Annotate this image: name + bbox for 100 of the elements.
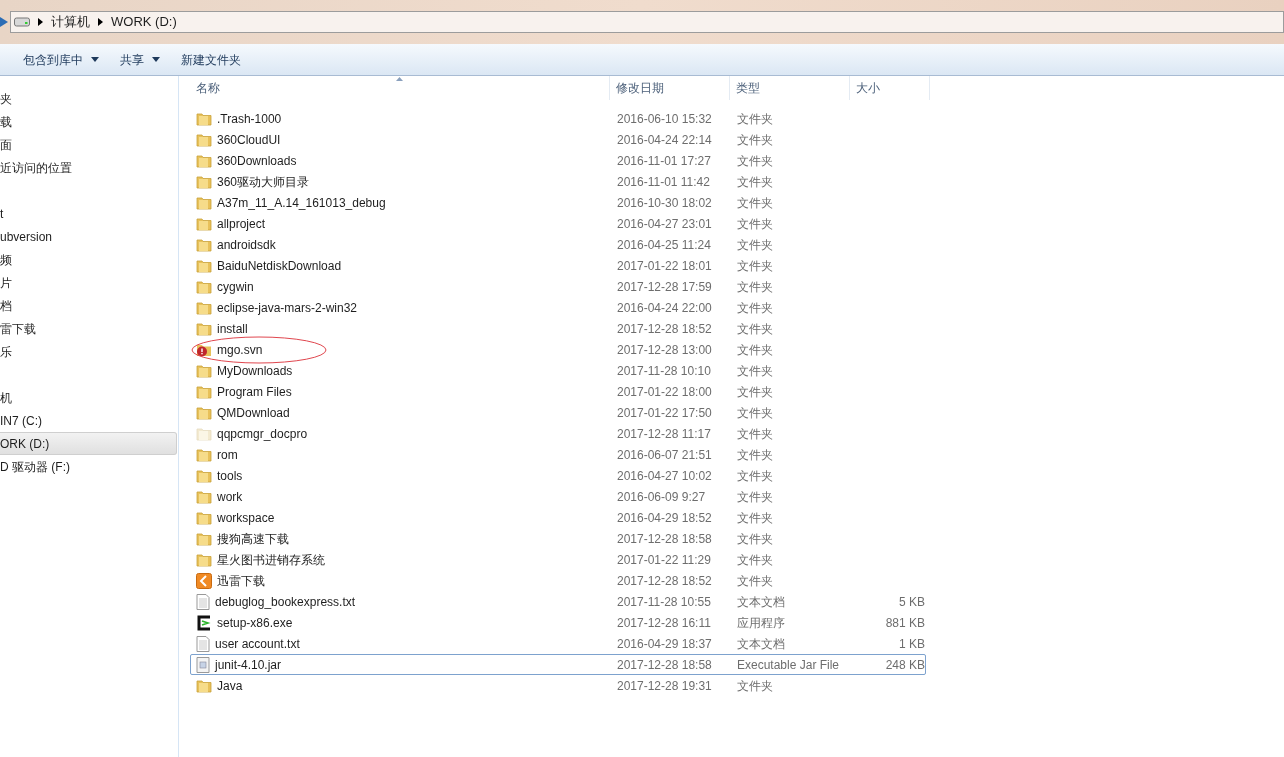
modified-date: 2017-01-22 11:29: [616, 551, 712, 569]
file-type: 文件夹: [736, 194, 774, 212]
nav-item[interactable]: 机: [0, 386, 177, 409]
modified-date: 2016-06-10 15:32: [616, 110, 713, 128]
modified-date: 2017-11-28 10:55: [616, 593, 712, 611]
nav-item[interactable]: 载: [0, 110, 177, 133]
file-row[interactable]: work 2016-06-09 9:27 文件夹: [190, 486, 926, 507]
file-name: tools: [217, 467, 243, 485]
file-row[interactable]: setup-x86.exe 2017-12-28 16:11 应用程序 881 KB: [190, 612, 926, 633]
folder-icon: [196, 363, 212, 378]
nav-item[interactable]: ubversion: [0, 225, 177, 248]
breadcrumb-item[interactable]: WORK (D:): [111, 12, 177, 32]
file-row[interactable]: QMDownload 2017-01-22 17:50 文件夹: [190, 402, 926, 423]
file-name: install: [217, 320, 248, 338]
file-row[interactable]: cygwin 2017-12-28 17:59 文件夹: [190, 276, 926, 297]
caret-down-icon: [91, 57, 99, 62]
modified-date: 2017-01-22 18:00: [616, 383, 713, 401]
file-row[interactable]: 星火图书进销存系统 2017-01-22 11:29 文件夹: [190, 549, 926, 570]
text-file-icon: [196, 635, 210, 652]
modified-date: 2017-12-28 11:17: [616, 425, 712, 443]
modified-date: 2016-04-24 22:14: [616, 131, 713, 149]
modified-date: 2017-12-28 19:31: [616, 677, 713, 695]
file-row[interactable]: tools 2016-04-27 10:02 文件夹: [190, 465, 926, 486]
file-row[interactable]: 360CloudUI 2016-04-24 22:14 文件夹: [190, 129, 926, 150]
toolbar-button[interactable]: 新建文件夹: [171, 46, 251, 73]
file-row[interactable]: 搜狗高速下载 2017-12-28 18:58 文件夹: [190, 528, 926, 549]
file-name: androidsdk: [217, 236, 276, 254]
folder-icon: [196, 300, 212, 315]
column-header[interactable]: 修改日期: [610, 76, 730, 100]
file-row[interactable]: junit-4.10.jar 2017-12-28 18:58 Executable Jar File 248 KB: [190, 654, 926, 675]
nav-item[interactable]: ORK (D:): [0, 432, 177, 455]
nav-item[interactable]: D 驱动器 (F:): [0, 455, 177, 478]
file-row[interactable]: 迅雷下载 2017-12-28 18:52 文件夹: [190, 570, 926, 591]
folder-icon: [196, 279, 212, 294]
file-type: 文本文档: [736, 593, 786, 611]
nav-item[interactable]: 夹: [0, 87, 177, 110]
file-row[interactable]: debuglog_bookexpress.txt 2017-11-28 10:55 文本文档 5 KB: [190, 591, 926, 612]
modified-date: 2016-04-29 18:37: [616, 635, 713, 653]
file-name: 星火图书进销存系统: [217, 551, 325, 569]
nav-item[interactable]: IN7 (C:): [0, 409, 177, 432]
nav-item[interactable]: 雷下载: [0, 317, 177, 340]
file-type: 文件夹: [736, 236, 774, 254]
file-name: eclipse-java-mars-2-win32: [217, 299, 358, 317]
file-row[interactable]: BaiduNetdiskDownload 2017-01-22 18:01 文件夹: [190, 255, 926, 276]
file-name: qqpcmgr_docpro: [217, 425, 308, 443]
file-row[interactable]: .Trash-1000 2016-06-10 15:32 文件夹: [190, 108, 926, 129]
file-row[interactable]: androidsdk 2016-04-25 11:24 文件夹: [190, 234, 926, 255]
column-header[interactable]: 类型: [730, 76, 850, 100]
modified-date: 2017-11-28 10:10: [616, 362, 712, 380]
text-file-icon: [196, 593, 210, 610]
file-row[interactable]: MyDownloads 2017-11-28 10:10 文件夹: [190, 360, 926, 381]
file-row[interactable]: Program Files 2017-01-22 18:00 文件夹: [190, 381, 926, 402]
nav-item[interactable]: 近访问的位置: [0, 156, 177, 179]
file-type: 文件夹: [736, 257, 774, 275]
file-name: MyDownloads: [217, 362, 293, 380]
file-row[interactable]: eclipse-java-mars-2-win32 2016-04-24 22:00 文件夹: [190, 297, 926, 318]
folder-icon: [196, 174, 212, 189]
file-row[interactable]: Java 2017-12-28 19:31 文件夹: [190, 675, 926, 696]
file-row[interactable]: qqpcmgr_docpro 2017-12-28 11:17 文件夹: [190, 423, 926, 444]
nav-item[interactable]: 档: [0, 294, 177, 317]
folder-icon: [196, 153, 212, 168]
file-row[interactable]: workspace 2016-04-29 18:52 文件夹: [190, 507, 926, 528]
modified-date: 2017-12-28 18:52: [616, 320, 713, 338]
folder-icon: [196, 531, 212, 546]
nav-item[interactable]: 片: [0, 271, 177, 294]
jar-file-icon: [196, 656, 210, 673]
file-row[interactable]: rom 2016-06-07 21:51 文件夹: [190, 444, 926, 465]
file-row[interactable]: install 2017-12-28 18:52 文件夹: [190, 318, 926, 339]
file-row[interactable]: user account.txt 2016-04-29 18:37 文本文档 1 KB: [190, 633, 926, 654]
file-type: 文件夹: [736, 677, 774, 695]
breadcrumb-item[interactable]: 计算机: [51, 12, 90, 32]
file-row[interactable]: A37m_11_A.14_161013_debug 2016-10-30 18:02 文件夹: [190, 192, 926, 213]
folder-icon: [196, 405, 212, 420]
file-row[interactable]: 360驱动大师目录 2016-11-01 11:42 文件夹: [190, 171, 926, 192]
file-row[interactable]: 360Downloads 2016-11-01 17:27 文件夹: [190, 150, 926, 171]
file-row[interactable]: mgo.svn 2017-12-28 13:00 文件夹: [190, 339, 926, 360]
file-type: 文件夹: [736, 299, 774, 317]
address-bar[interactable]: 计算机 WORK (D:): [10, 11, 1284, 33]
file-name: Program Files: [217, 383, 292, 401]
modified-date: 2016-06-07 21:51: [616, 446, 713, 464]
modified-date: 2016-10-30 18:02: [616, 194, 713, 212]
modified-date: 2016-06-09 9:27: [616, 488, 707, 506]
folder-icon: [196, 510, 212, 525]
column-header[interactable]: 大小: [850, 76, 930, 100]
file-type: 文件夹: [736, 215, 774, 233]
file-type: 文件夹: [736, 173, 774, 191]
file-name: .Trash-1000: [217, 110, 282, 128]
file-name: cygwin: [217, 278, 254, 296]
nav-item[interactable]: 频: [0, 248, 177, 271]
modified-date: 2016-04-27 23:01: [616, 215, 713, 233]
toolbar-button[interactable]: 共享: [110, 46, 170, 73]
drive-icon: [14, 17, 30, 27]
nav-item[interactable]: t: [0, 202, 177, 225]
toolbar-button[interactable]: 包含到库中: [13, 46, 109, 73]
file-row[interactable]: allproject 2016-04-27 23:01 文件夹: [190, 213, 926, 234]
file-type: 文件夹: [736, 152, 774, 170]
nav-item[interactable]: 面: [0, 133, 177, 156]
file-size: 881 KB: [885, 615, 925, 630]
file-type: 文件夹: [736, 278, 774, 296]
nav-item[interactable]: 乐: [0, 340, 177, 363]
